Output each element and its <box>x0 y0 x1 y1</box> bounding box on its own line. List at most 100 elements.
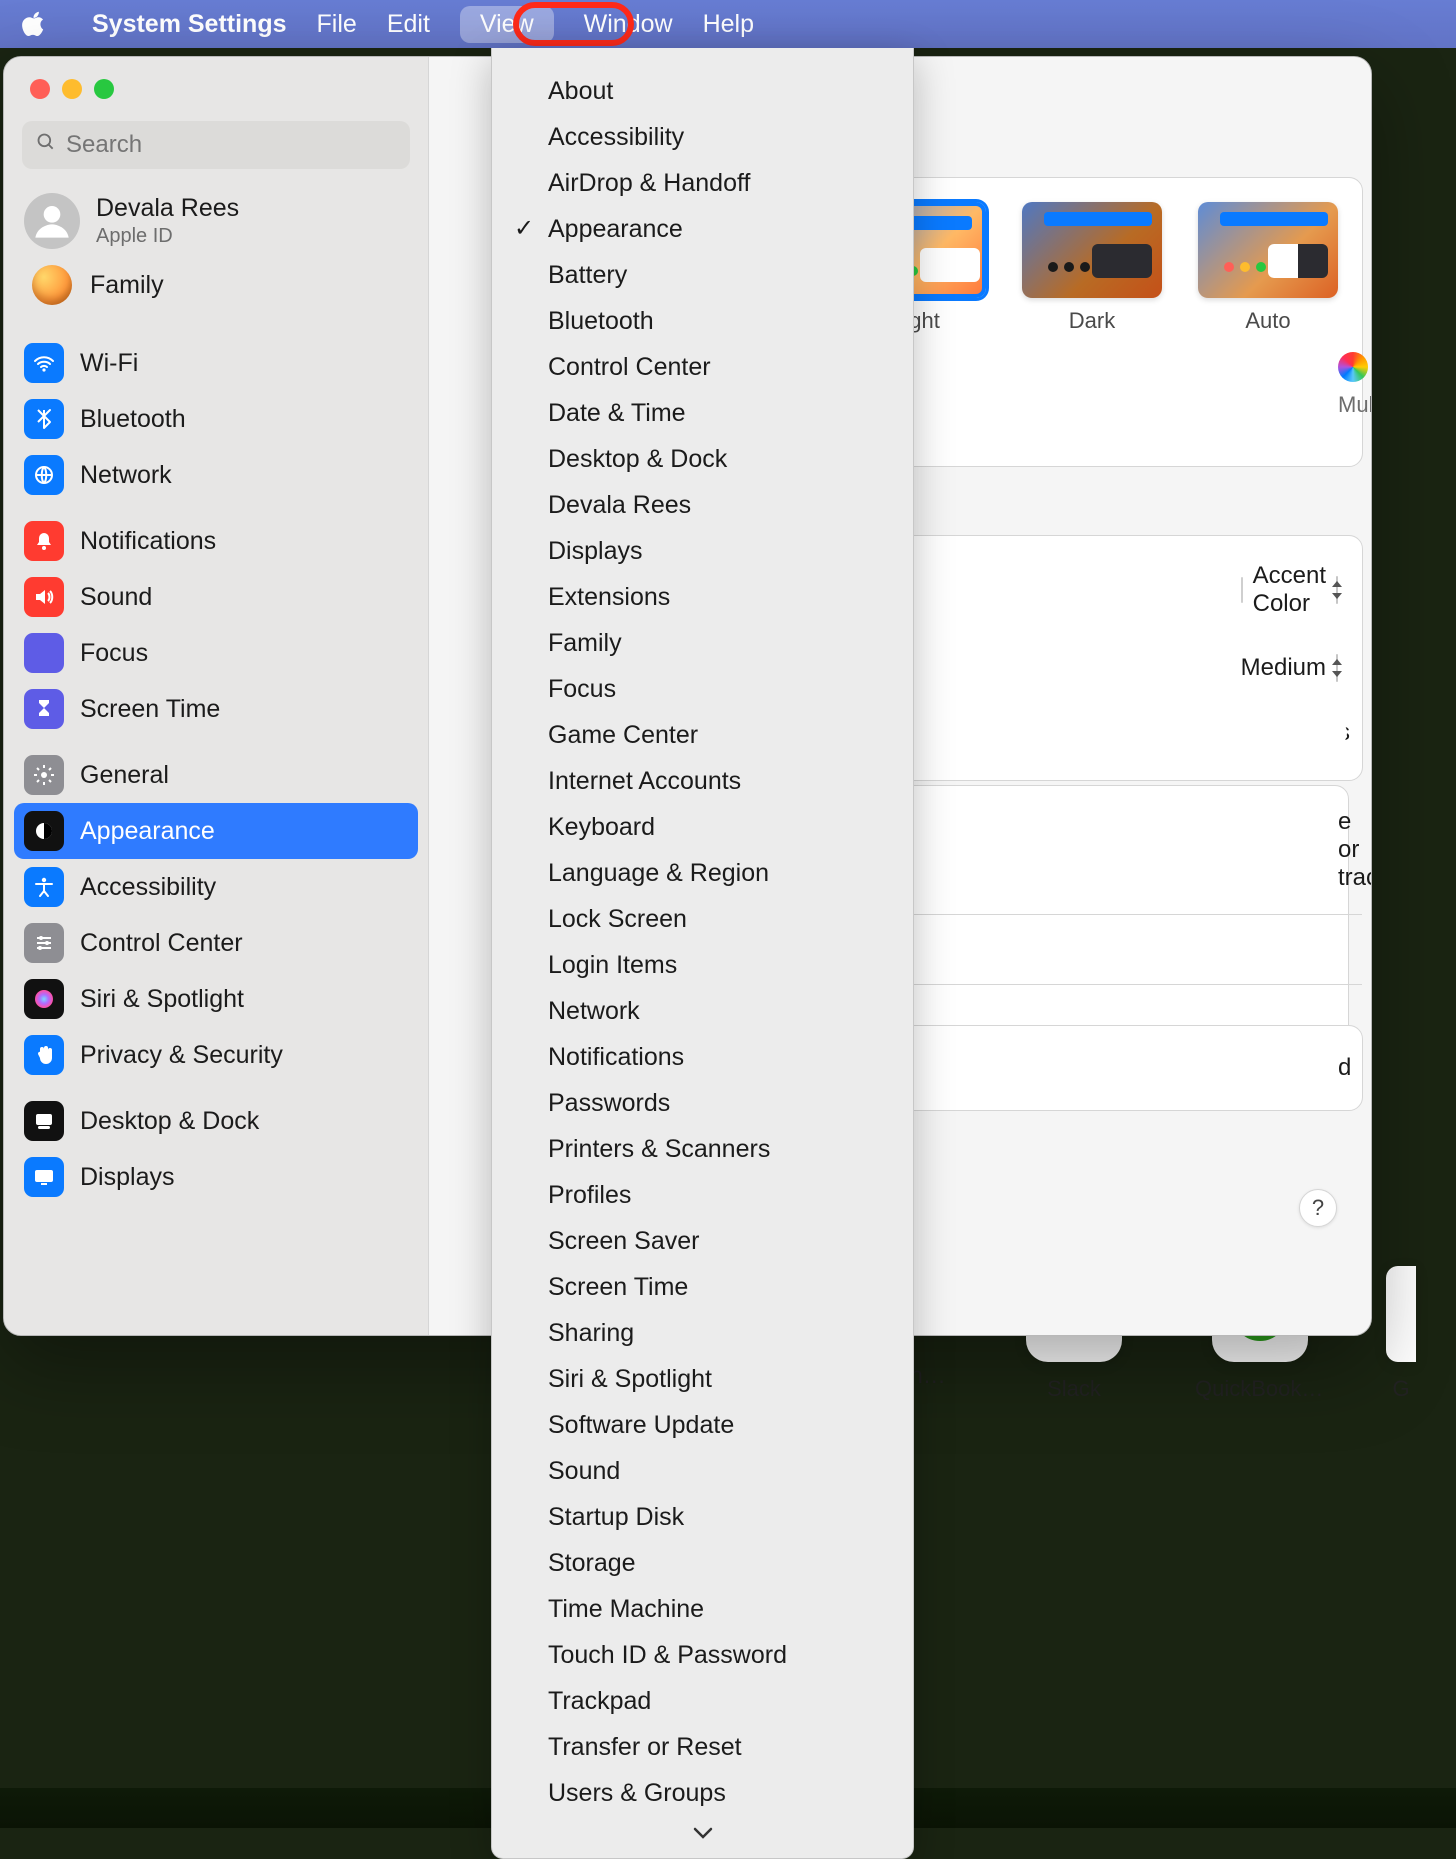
menu-item[interactable]: Date & Time <box>492 390 913 436</box>
menu-item[interactable]: Screen Saver <box>492 1218 913 1264</box>
partial-app-icon <box>1386 1266 1416 1362</box>
appearance-icon <box>24 811 64 851</box>
sidebar-account[interactable]: Devala Rees Apple ID <box>4 175 428 259</box>
dock-icon <box>24 1101 64 1141</box>
sidebar-item-focus[interactable]: Focus <box>14 625 418 681</box>
close-window-button[interactable] <box>30 79 50 99</box>
menu-item[interactable]: Transfer or Reset <box>492 1724 913 1770</box>
menubar-item-help[interactable]: Help <box>703 10 754 39</box>
sidebar-item-desktop-dock[interactable]: Desktop & Dock <box>14 1093 418 1149</box>
menu-item[interactable]: Printers & Scanners <box>492 1126 913 1172</box>
menu-item[interactable]: Appearance <box>492 206 913 252</box>
menu-item[interactable]: Screen Time <box>492 1264 913 1310</box>
sidebar-item-sound[interactable]: Sound <box>14 569 418 625</box>
sidebar-item-label: Wi-Fi <box>80 349 138 378</box>
scrollbar-option-row[interactable]: e or trackpad <box>878 786 1362 914</box>
hand-icon <box>24 1035 64 1075</box>
dock-label: G <box>1392 1376 1409 1402</box>
menu-item[interactable]: Login Items <box>492 942 913 988</box>
menu-item[interactable]: Software Update <box>492 1402 913 1448</box>
sidebar-item-label: Control Center <box>80 929 243 958</box>
display-icon <box>24 1157 64 1197</box>
menu-item[interactable]: Time Machine <box>492 1586 913 1632</box>
sidebar-item-label: Family <box>90 271 164 300</box>
menu-item[interactable]: Profiles <box>492 1172 913 1218</box>
appearance-mode-dark[interactable] <box>1022 202 1162 298</box>
sidebar-item-label: Focus <box>80 639 148 668</box>
sliders-icon <box>24 923 64 963</box>
menu-item[interactable]: Storage <box>492 1540 913 1586</box>
menubar-item-file[interactable]: File <box>317 10 357 39</box>
menu-item[interactable]: Internet Accounts <box>492 758 913 804</box>
menu-item[interactable]: Sharing <box>492 1310 913 1356</box>
menu-item[interactable]: Keyboard <box>492 804 913 850</box>
menu-item[interactable]: Siri & Spotlight <box>492 1356 913 1402</box>
sidebar-item-appearance[interactable]: Appearance <box>14 803 418 859</box>
menu-item[interactable]: Passwords <box>492 1080 913 1126</box>
menu-item[interactable]: Desktop & Dock <box>492 436 913 482</box>
appearance-mode-auto[interactable] <box>1198 202 1338 298</box>
menubar: System Settings File Edit View Window He… <box>0 0 1456 48</box>
sidebar-item-label: Sound <box>80 583 152 612</box>
dock-item-partial[interactable]: G <box>1386 1266 1416 1402</box>
gear-icon <box>24 755 64 795</box>
sidebar-icon-size-stepper[interactable] <box>1336 654 1338 682</box>
menubar-app-name[interactable]: System Settings <box>92 10 287 39</box>
menu-item[interactable]: Focus <box>492 666 913 712</box>
menu-item[interactable]: Language & Region <box>492 850 913 896</box>
highlight-color-stepper[interactable] <box>1336 576 1338 604</box>
menu-item[interactable]: Accessibility <box>492 114 913 160</box>
menu-item[interactable]: AirDrop & Handoff <box>492 160 913 206</box>
sidebar-item-notifications[interactable]: Notifications <box>14 513 418 569</box>
view-menu-dropdown: AboutAccessibilityAirDrop & HandoffAppea… <box>491 48 914 1859</box>
menu-item[interactable]: Extensions <box>492 574 913 620</box>
menu-item[interactable]: About <box>492 68 913 114</box>
sidebar-item-label: Desktop & Dock <box>80 1107 259 1136</box>
sidebar-item-privacy[interactable]: Privacy & Security <box>14 1027 418 1083</box>
sidebar-item-family[interactable]: Family <box>4 259 428 319</box>
accent-color-multicolor[interactable] <box>1338 352 1368 382</box>
menu-item[interactable]: Lock Screen <box>492 896 913 942</box>
highlight-swatch-icon <box>1241 577 1243 603</box>
menu-item[interactable]: Displays <box>492 528 913 574</box>
sidebar-item-wifi[interactable]: Wi-Fi <box>14 335 418 391</box>
menu-item[interactable]: Notifications <box>492 1034 913 1080</box>
help-button[interactable]: ? <box>1299 1189 1337 1227</box>
menu-item[interactable]: Trackpad <box>492 1678 913 1724</box>
menu-item[interactable]: Game Center <box>492 712 913 758</box>
menu-item[interactable]: Network <box>492 988 913 1034</box>
menubar-item-view[interactable]: View <box>460 6 554 43</box>
accent-color-options <box>1338 352 1372 382</box>
search-field[interactable] <box>22 121 410 169</box>
family-icon <box>32 265 72 305</box>
menubar-item-edit[interactable]: Edit <box>387 10 430 39</box>
sidebar-item-siri[interactable]: Siri & Spotlight <box>14 971 418 1027</box>
appearance-mode-card: Light Dark Auto Mult <box>877 177 1363 467</box>
menu-item[interactable]: Devala Rees <box>492 482 913 528</box>
sidebar-item-accessibility[interactable]: Accessibility <box>14 859 418 915</box>
menu-item[interactable]: Battery <box>492 252 913 298</box>
sidebar-item-control-center[interactable]: Control Center <box>14 915 418 971</box>
sidebar-item-displays[interactable]: Displays <box>14 1149 418 1205</box>
menu-item[interactable]: Control Center <box>492 344 913 390</box>
search-input[interactable] <box>64 130 396 160</box>
menu-item[interactable]: Touch ID & Password <box>492 1632 913 1678</box>
scrollbar-option-row[interactable] <box>878 914 1362 984</box>
bt-icon <box>24 399 64 439</box>
apple-icon[interactable] <box>22 10 46 38</box>
menu-item[interactable]: Startup Disk <box>492 1494 913 1540</box>
sidebar-item-general[interactable]: General <box>14 747 418 803</box>
minimize-window-button[interactable] <box>62 79 82 99</box>
sidebar-item-screen-time[interactable]: Screen Time <box>14 681 418 737</box>
sidebar-item-network[interactable]: Network <box>14 447 418 503</box>
menu-item[interactable]: Family <box>492 620 913 666</box>
menu-item[interactable]: Sound <box>492 1448 913 1494</box>
menubar-item-window[interactable]: Window <box>584 10 673 39</box>
accent-multicolor-label: Multicolor <box>1338 392 1372 418</box>
menu-overflow-chevron-icon[interactable] <box>492 1816 913 1850</box>
zoom-window-button[interactable] <box>94 79 114 99</box>
menu-item[interactable]: Users & Groups <box>492 1770 913 1816</box>
mode-label-auto: Auto <box>1198 308 1338 334</box>
menu-item[interactable]: Bluetooth <box>492 298 913 344</box>
sidebar-item-bluetooth[interactable]: Bluetooth <box>14 391 418 447</box>
